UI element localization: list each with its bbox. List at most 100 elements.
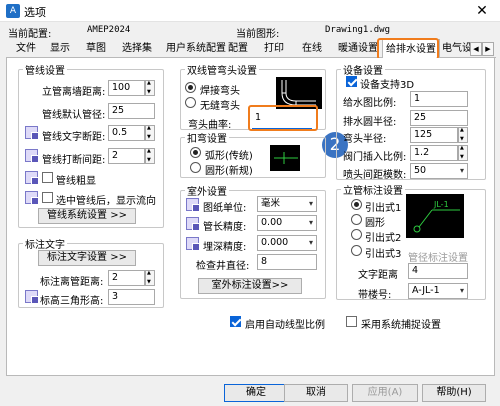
tag-select[interactable]: A-JL-1 ▾ (408, 283, 468, 299)
label-dist-spinner[interactable] (145, 270, 155, 286)
break-gap-spinner[interactable] (145, 148, 155, 164)
unit-label: 图纸单位: (203, 203, 247, 214)
well-input[interactable]: 8 (257, 254, 317, 270)
arc-label: 弧形(传统) (205, 151, 253, 162)
depth-icon[interactable] (186, 237, 200, 251)
label-dist-label: 标注离管距离: (40, 277, 104, 288)
break-gap-icon[interactable] (25, 149, 39, 163)
riser-settings-title: 立管标注设置 (343, 186, 403, 197)
tab-scroll-left-icon[interactable]: ◀ (470, 42, 482, 56)
tab-user-config[interactable]: 用户系统配置 (166, 41, 226, 58)
riser-preview: JL-1 (406, 194, 464, 238)
close-icon[interactable]: ✕ (464, 0, 500, 22)
valve-label: 阀门插入比例: (343, 152, 407, 163)
tab-print[interactable]: 打印 (264, 41, 284, 58)
well-label: 检查井直径: (196, 261, 250, 272)
text-gap-input[interactable]: 0.5 (108, 125, 145, 141)
text-gap-icon[interactable] (25, 126, 39, 140)
welded-label: 焊接弯头 (200, 86, 240, 97)
label-dist-input[interactable]: 2 (108, 270, 145, 286)
circle-label: 圆形(新规) (205, 166, 253, 177)
riser-opt2-radio[interactable] (351, 214, 362, 225)
tab-file[interactable]: 文件 (16, 41, 36, 58)
tab-electric[interactable]: 电气设 (442, 41, 472, 58)
curv-label: 弯头曲率: (188, 120, 232, 131)
spray-select[interactable]: 50 ▾ (410, 163, 468, 179)
bend-settings-group: 扣弯设置 (180, 130, 326, 178)
ok-button[interactable]: 确定 (224, 384, 288, 402)
elev-label: 立管离墙距离: (42, 87, 106, 98)
tab-profile[interactable]: 配置 (228, 41, 248, 58)
tab-online[interactable]: 在线 (302, 41, 322, 58)
elbow-radius-label: 弯头半径: (343, 134, 387, 145)
drain-radius-label: 排水圆半径: (343, 117, 397, 128)
unit-icon[interactable] (186, 198, 200, 212)
tab-highlight-box (377, 38, 439, 60)
depth-label: 埋深精度: (203, 242, 247, 253)
scale-input[interactable]: 1 (410, 91, 468, 107)
tab-display[interactable]: 显示 (50, 41, 70, 58)
tri-input[interactable]: 3 (108, 289, 155, 305)
riser-preview-text: JL-1 (433, 200, 449, 209)
len-icon[interactable] (186, 217, 200, 231)
seamless-radio[interactable] (185, 97, 196, 108)
dia-label: 管线默认管径: (42, 110, 106, 121)
sys-snap-checkbox[interactable] (346, 316, 357, 327)
len-select[interactable]: 0.00 ▾ (257, 215, 317, 231)
depth-select-value: 0.000 (261, 237, 289, 248)
arc-radio[interactable] (190, 147, 201, 158)
tab-selection[interactable]: 选择集 (122, 41, 152, 58)
circle-radio[interactable] (190, 162, 201, 173)
outdoor-label-settings-button[interactable]: 室外标注设置>> (198, 278, 302, 294)
unit-select[interactable]: 毫米 ▾ (257, 196, 317, 212)
break-gap-input[interactable]: 2 (108, 148, 145, 164)
riser-opt3-radio[interactable] (351, 229, 362, 240)
label-text-settings-button[interactable]: 标注文字设置 >> (38, 250, 136, 266)
flow-checkbox[interactable] (42, 192, 53, 203)
tri-icon[interactable] (25, 290, 39, 304)
help-button[interactable]: 帮助(H) (422, 384, 486, 402)
elev-spinner[interactable] (145, 80, 155, 96)
depth-select[interactable]: 0.000 ▾ (257, 235, 317, 251)
flow-icon[interactable] (25, 191, 39, 205)
riser-opt1-label: 引出式1 (365, 203, 402, 214)
auto-linetype-checkbox[interactable] (230, 316, 241, 327)
auto-linetype-label: 启用自动线型比例 (245, 320, 325, 331)
label-text-title: 标注文字 (25, 240, 65, 251)
text-dist-input[interactable]: 4 (408, 263, 468, 279)
tab-draft[interactable]: 草图 (86, 41, 106, 58)
text-gap-label: 管线文字断距: (42, 132, 106, 143)
title-bar: A 选项 ✕ (0, 0, 500, 22)
curv-highlight-box (248, 105, 318, 131)
apply-button[interactable]: 应用(A) (352, 384, 418, 402)
tag-label: 带楼号: (358, 290, 392, 301)
current-drawing-label: 当前图形: (236, 29, 280, 40)
welded-radio[interactable] (185, 82, 196, 93)
elbow-radius-spinner[interactable] (458, 127, 468, 143)
valve-input[interactable]: 1.2 (410, 145, 458, 161)
bold-checkbox[interactable] (42, 172, 53, 183)
tab-hvac[interactable]: 暖通设置 (338, 41, 378, 58)
text-gap-spinner[interactable] (145, 125, 155, 141)
support3d-checkbox[interactable] (346, 76, 357, 87)
elev-input[interactable]: 100 (108, 80, 145, 96)
riser-opt1-radio[interactable] (351, 199, 362, 210)
cancel-button[interactable]: 取消 (284, 384, 348, 402)
pipe-diameter-label: 管径标注设置 (408, 253, 468, 264)
pipe-system-settings-button[interactable]: 管线系统设置 >> (38, 208, 136, 224)
len-label: 管长精度: (203, 222, 247, 233)
current-config-label: 当前配置: (8, 29, 52, 40)
bend-preview (270, 145, 300, 171)
valve-spinner[interactable] (458, 145, 468, 161)
current-drawing-value: Drawing1.dwg (325, 25, 391, 35)
chevron-down-icon: ▾ (459, 166, 464, 175)
bold-icon[interactable] (25, 171, 39, 185)
tab-scroll: ◀ ▶ (470, 42, 494, 56)
chevron-down-icon: ▾ (308, 218, 313, 227)
drain-radius-input[interactable]: 25 (410, 110, 468, 126)
elbow-radius-input[interactable]: 125 (410, 127, 458, 143)
sys-snap-label: 采用系统捕捉设置 (361, 320, 441, 331)
dia-input[interactable]: 25 (108, 103, 155, 119)
tab-scroll-right-icon[interactable]: ▶ (482, 42, 494, 56)
riser-opt4-radio[interactable] (351, 245, 362, 256)
